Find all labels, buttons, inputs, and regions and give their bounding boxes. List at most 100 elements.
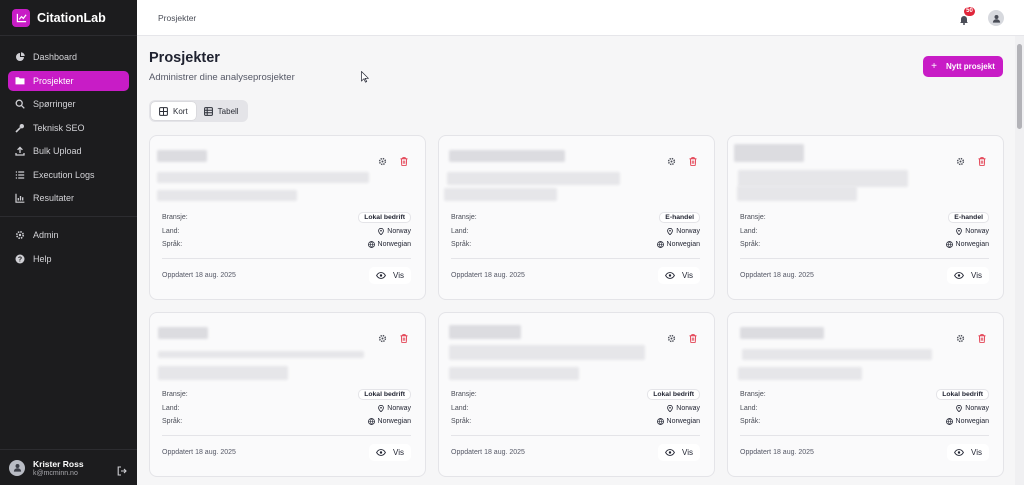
sidebar-item-label: Prosjekter: [33, 75, 74, 86]
scrollbar[interactable]: [1015, 36, 1024, 485]
view-label: Vis: [971, 271, 982, 280]
sidebar-item-prosjekter[interactable]: Prosjekter: [8, 70, 129, 91]
language-text: Norwegian: [377, 418, 411, 425]
project-card[interactable]: Bransje: Lokal bedrift Land: Norway Språk: No…: [149, 135, 426, 300]
globe-icon: [367, 418, 375, 425]
sidebar-item-bulk-upload[interactable]: Bulk Upload: [8, 141, 129, 161]
meta-row: Språk: Norwegian: [451, 239, 700, 253]
industry-label: Bransje:: [451, 214, 477, 221]
user-menu-avatar[interactable]: [988, 10, 1004, 26]
view-project-button[interactable]: Vis: [369, 444, 411, 461]
redacted-text: [157, 150, 207, 162]
sidebar-item-help[interactable]: ? Help: [8, 249, 129, 269]
industry-label: Bransje:: [740, 214, 766, 221]
trash-icon[interactable]: [689, 330, 698, 343]
country-value: Norway: [378, 227, 411, 235]
view-project-button[interactable]: Vis: [369, 267, 411, 284]
redacted-text: [449, 345, 645, 360]
divider: [162, 258, 411, 259]
project-card[interactable]: Bransje: E-handel Land: Norway Språk: Norwegi…: [727, 135, 1004, 300]
page-subtitle: Administrer dine analyseprosjekter: [149, 72, 295, 83]
project-meta: Bransje: Lokal bedrift Land: Norway Språk: No…: [162, 212, 411, 253]
language-value: Norwegian: [367, 241, 411, 248]
breadcrumb[interactable]: Prosjekter: [158, 13, 196, 23]
language-label: Språk:: [162, 418, 183, 425]
language-text: Norwegian: [955, 418, 989, 425]
view-project-button[interactable]: Vis: [658, 267, 700, 284]
gear-icon[interactable]: [956, 153, 965, 166]
updated-date: Oppdatert 18 aug. 2025: [740, 272, 814, 279]
country-label: Land:: [451, 227, 469, 235]
sidebar-item-label: Dashboard: [33, 52, 78, 62]
country-text: Norway: [965, 404, 989, 412]
meta-row: Språk: Norwegian: [162, 239, 411, 253]
view-project-button[interactable]: Vis: [947, 267, 989, 284]
project-meta: Bransje: Lokal bedrift Land: Norway Språk: No…: [451, 389, 700, 430]
view-project-button[interactable]: Vis: [947, 444, 989, 461]
wrench-icon: [15, 123, 25, 133]
updated-date: Oppdatert 18 aug. 2025: [162, 449, 236, 456]
redacted-text: [734, 144, 804, 162]
project-meta: Bransje: E-handel Land: Norway Språk: Norwegi…: [740, 212, 989, 253]
gear-icon[interactable]: [667, 330, 676, 343]
gear-icon[interactable]: [956, 330, 965, 343]
project-card[interactable]: Bransje: Lokal bedrift Land: Norway Språk: No…: [438, 312, 715, 477]
country-text: Norway: [676, 404, 700, 412]
new-project-button[interactable]: + Nytt prosjekt: [923, 56, 1003, 77]
sidebar-item-execution-logs[interactable]: Execution Logs: [8, 165, 129, 185]
meta-row: Land: Norway: [162, 403, 411, 417]
gear-icon[interactable]: [667, 153, 676, 166]
meta-row: Bransje: Lokal bedrift: [451, 389, 700, 403]
country-text: Norway: [387, 227, 411, 235]
brand[interactable]: CitationLab: [0, 0, 137, 36]
trash-icon[interactable]: [400, 153, 409, 166]
language-text: Norwegian: [666, 418, 700, 425]
sidebar-item-sporringer[interactable]: Spørringer: [8, 94, 129, 114]
sidebar-item-label: Execution Logs: [33, 169, 95, 180]
trash-icon[interactable]: [978, 153, 987, 166]
redacted-text: [158, 366, 288, 380]
redacted-text: [449, 150, 565, 162]
user-profile[interactable]: Krister Ross k@mcminn.no: [0, 449, 137, 485]
project-meta: Bransje: E-handel Land: Norway Språk: Norwegi…: [451, 212, 700, 253]
gear-icon[interactable]: [378, 330, 387, 343]
project-card[interactable]: Bransje: Lokal bedrift Land: Norway Språk: No…: [149, 312, 426, 477]
scrollbar-thumb[interactable]: [1017, 44, 1022, 129]
sidebar-item-resultater[interactable]: Resultater: [8, 188, 129, 208]
redacted-text: [158, 327, 208, 339]
view-table-button[interactable]: Tabell: [196, 102, 247, 120]
language-label: Språk:: [740, 418, 761, 425]
folder-icon: [15, 76, 25, 86]
country-label: Land:: [451, 404, 469, 412]
logout-icon[interactable]: [117, 463, 127, 476]
trash-icon[interactable]: [978, 330, 987, 343]
language-value: Norwegian: [945, 241, 989, 248]
grid-icon: [159, 106, 168, 116]
sidebar-item-teknisk-seo[interactable]: Teknisk SEO: [8, 118, 129, 138]
sidebar-item-label: Resultater: [33, 193, 75, 203]
sidebar-item-label: Teknisk SEO: [33, 122, 85, 133]
divider: [451, 258, 700, 259]
user-name: Krister Ross: [33, 458, 84, 469]
industry-badge: Lokal bedrift: [358, 212, 411, 223]
user-email: k@mcminn.no: [33, 469, 78, 477]
help-icon: ?: [15, 254, 25, 264]
meta-row: Bransje: Lokal bedrift: [740, 389, 989, 403]
view-project-button[interactable]: Vis: [658, 444, 700, 461]
sidebar-item-dashboard[interactable]: Dashboard: [8, 47, 129, 67]
list-icon: [15, 170, 25, 180]
project-card[interactable]: Bransje: E-handel Land: Norway Språk: Norwegi…: [438, 135, 715, 300]
language-text: Norwegian: [377, 241, 411, 248]
country-value: Norway: [956, 227, 989, 235]
country-text: Norway: [965, 227, 989, 235]
gear-icon[interactable]: [378, 153, 387, 166]
redacted-text: [449, 367, 579, 380]
country-label: Land:: [162, 227, 180, 235]
view-cards-button[interactable]: Kort: [151, 102, 196, 120]
project-card[interactable]: Bransje: Lokal bedrift Land: Norway Språk: No…: [727, 312, 1004, 477]
trash-icon[interactable]: [689, 153, 698, 166]
redacted-text: [158, 351, 364, 358]
trash-icon[interactable]: [400, 330, 409, 343]
meta-row: Språk: Norwegian: [162, 416, 411, 430]
sidebar-item-admin[interactable]: Admin: [8, 225, 129, 245]
